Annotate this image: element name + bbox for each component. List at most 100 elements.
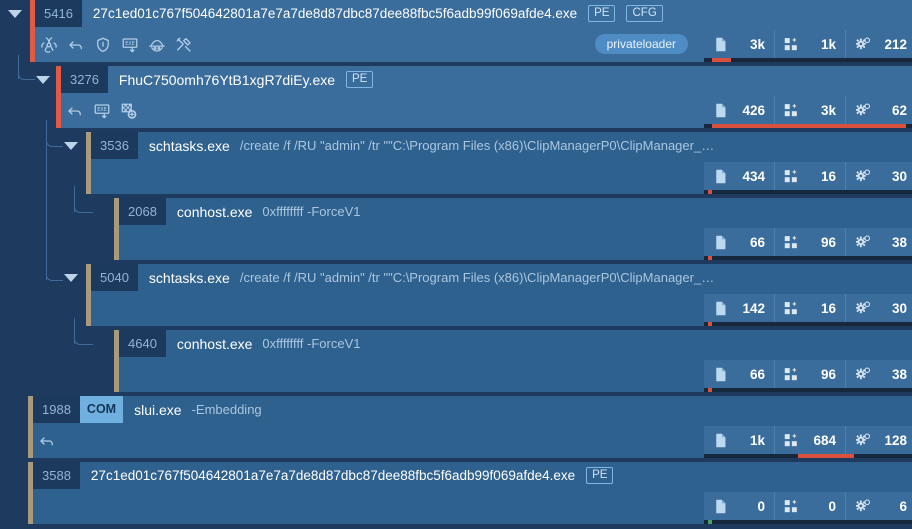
activity-progress-segment [708, 322, 713, 326]
metric-group-files[interactable]: 3k [704, 30, 774, 58]
redirect-arrow-icon[interactable] [66, 102, 84, 120]
document-icon [712, 36, 729, 53]
metric-group-files[interactable]: 0 [704, 492, 774, 520]
metric-value-registry: 684 [813, 432, 836, 448]
redirect-arrow-icon[interactable] [38, 432, 56, 450]
process-row[interactable]: 3588 27c1ed01c767f504642801a7e7a7de8d87db… [0, 462, 912, 524]
process-command-line: -Embedding [191, 402, 262, 417]
process-name[interactable]: schtasks.exe [138, 138, 230, 154]
tree-connector-elbow [18, 55, 35, 80]
registry-blocks-icon [783, 234, 800, 251]
process-card[interactable]: 1988 COM slui.exe -Embedding 1k 684 128 [28, 396, 912, 458]
process-pid: 2068 [119, 198, 166, 225]
process-metrics: 434 16 30 [704, 162, 912, 190]
process-card[interactable]: 5040 schtasks.exe/create /f /RU "admin" /… [86, 264, 912, 326]
process-card[interactable]: 4640 conhost.exe 0xffffffff -ForceV1 66 96 38 [114, 330, 912, 392]
process-row[interactable]: 1988 COM slui.exe -Embedding 1k 684 128 [0, 396, 912, 458]
process-header: 5416 27c1ed01c767f504642801a7e7a7de8d87db… [35, 0, 663, 27]
process-row[interactable]: 5040 schtasks.exe/create /f /RU "admin" /… [0, 264, 912, 326]
process-row[interactable]: 3536 schtasks.exe/create /f /RU "admin" /… [0, 132, 912, 194]
metric-group-files[interactable]: 66 [704, 360, 774, 388]
document-icon [712, 498, 729, 515]
process-card[interactable]: 2068 conhost.exe 0xffffffff -ForceV1 66 96 38 [114, 198, 912, 260]
registry-blocks-icon [783, 36, 800, 53]
biohazard-icon[interactable] [40, 36, 58, 54]
metric-group-modules[interactable]: 6 [845, 492, 912, 520]
metric-group-modules[interactable]: 62 [845, 96, 912, 124]
metric-group-modules[interactable]: 30 [845, 162, 912, 190]
registry-blocks-icon [783, 366, 800, 383]
expand-collapse-caret[interactable] [36, 76, 50, 84]
metric-group-registry[interactable]: 16 [774, 294, 845, 322]
metric-group-registry[interactable]: 0 [774, 492, 845, 520]
process-command-line: 0xffffffff -ForceV1 [262, 336, 361, 351]
process-tree[interactable]: 5416 27c1ed01c767f504642801a7e7a7de8d87db… [0, 0, 912, 529]
metric-group-modules[interactable]: 128 [845, 426, 912, 454]
process-name[interactable]: schtasks.exe [138, 270, 230, 286]
malware-family-pill[interactable]: privateloader [594, 34, 688, 54]
metric-value-files: 426 [742, 102, 765, 118]
metric-group-registry[interactable]: 16 [774, 162, 845, 190]
metric-group-files[interactable]: 426 [704, 96, 774, 124]
process-name[interactable]: conhost.exe [166, 336, 253, 352]
expand-collapse-caret[interactable] [64, 274, 78, 282]
tree-connector-elbow [74, 318, 93, 345]
metric-value-registry: 16 [820, 168, 836, 184]
metric-group-files[interactable]: 66 [704, 228, 774, 256]
checkered-flag-icon[interactable] [120, 102, 138, 120]
metric-group-modules[interactable]: 30 [845, 294, 912, 322]
process-row[interactable]: 2068 conhost.exe 0xffffffff -ForceV1 66 96 38 [0, 198, 912, 260]
process-card[interactable]: 3536 schtasks.exe/create /f /RU "admin" /… [86, 132, 912, 194]
process-tag-pe: PE [588, 5, 616, 22]
redirect-arrow-icon[interactable] [67, 36, 85, 54]
metric-value-modules: 38 [891, 234, 907, 250]
process-row[interactable]: 3276 FhuC750omh76YtB1xgR7diEy.exe PE EXE 426… [0, 66, 912, 128]
tools-icon[interactable] [175, 36, 193, 54]
metric-value-files: 1k [749, 432, 765, 448]
gears-icon [854, 498, 871, 515]
com-badge: COM [79, 396, 124, 423]
process-tag-pe: PE [586, 467, 614, 484]
process-card[interactable]: 3276 FhuC750omh76YtB1xgR7diEy.exe PE EXE 426… [56, 66, 912, 128]
expand-collapse-caret[interactable] [64, 142, 78, 150]
malware-family-label: privateloader [594, 30, 696, 58]
metric-value-files: 0 [757, 498, 765, 514]
document-icon [712, 366, 729, 383]
document-icon [712, 102, 729, 119]
metric-group-modules[interactable]: 212 [845, 30, 912, 58]
metric-group-files[interactable]: 1k [704, 426, 774, 454]
exe-download-icon[interactable]: EXE [121, 36, 139, 54]
process-name[interactable]: FhuC750omh76YtB1xgR7diEy.exe [108, 72, 335, 88]
process-pid: 3276 [61, 66, 108, 93]
process-row[interactable]: 4640 conhost.exe 0xffffffff -ForceV1 66 96 38 [0, 330, 912, 392]
process-metrics: 66 96 38 [704, 360, 912, 388]
process-name[interactable]: conhost.exe [166, 204, 253, 220]
metric-group-registry[interactable]: 96 [774, 228, 845, 256]
process-row[interactable]: 5416 27c1ed01c767f504642801a7e7a7de8d87db… [0, 0, 912, 62]
spy-hat-icon[interactable] [148, 36, 166, 54]
process-card[interactable]: 3588 27c1ed01c767f504642801a7e7a7de8d87db… [28, 462, 912, 524]
process-metrics: 1k 684 128 [704, 426, 912, 454]
metric-group-registry[interactable]: 1k [774, 30, 845, 58]
activity-progress-segment [708, 256, 713, 260]
metric-group-modules[interactable]: 38 [845, 360, 912, 388]
metric-group-files[interactable]: 142 [704, 294, 774, 322]
metric-group-registry[interactable]: 3k [774, 96, 845, 124]
expand-collapse-caret[interactable] [8, 10, 22, 18]
metric-value-files: 434 [742, 168, 765, 184]
process-name[interactable]: 27c1ed01c767f504642801a7e7a7de8d87dbc87d… [82, 6, 577, 21]
exe-download-icon[interactable]: EXE [93, 102, 111, 120]
document-icon [712, 432, 729, 449]
document-icon [712, 300, 729, 317]
process-name[interactable]: 27c1ed01c767f504642801a7e7a7de8d87dbc87d… [80, 468, 575, 483]
metric-group-registry[interactable]: 96 [774, 360, 845, 388]
process-name[interactable]: slui.exe [123, 402, 181, 418]
metric-group-modules[interactable]: 38 [845, 228, 912, 256]
metric-group-files[interactable]: 434 [704, 162, 774, 190]
metric-group-registry[interactable]: 684 [774, 426, 845, 454]
shield-icon[interactable] [94, 36, 112, 54]
process-tag-cfg: CFG [626, 5, 663, 22]
process-pid: 5040 [91, 264, 138, 291]
process-card[interactable]: 5416 27c1ed01c767f504642801a7e7a7de8d87db… [30, 0, 912, 62]
activity-progress-track [704, 124, 912, 128]
